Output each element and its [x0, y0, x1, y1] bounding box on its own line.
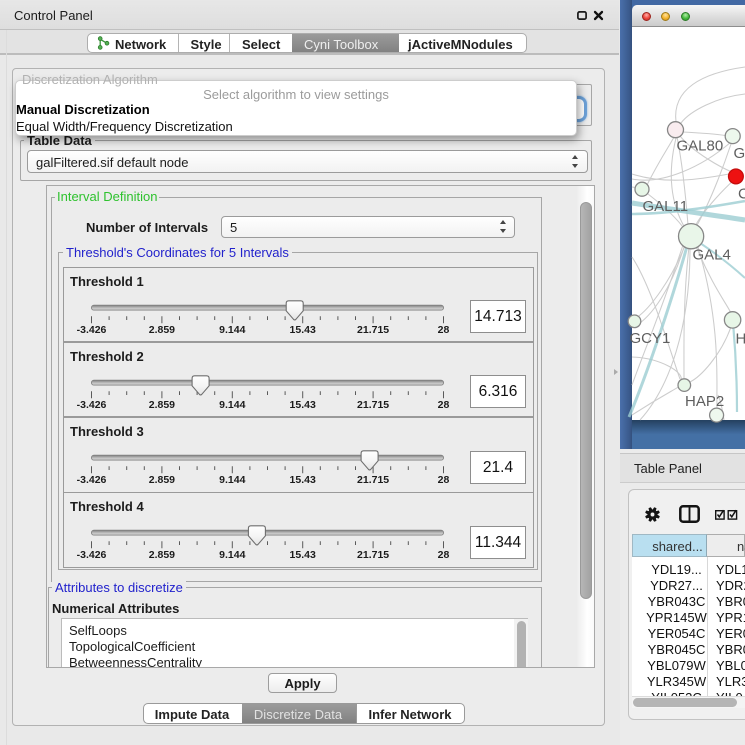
- svg-text:G.: G.: [734, 145, 745, 162]
- svg-text:9.144: 9.144: [219, 324, 245, 336]
- svg-text:2.859: 2.859: [148, 549, 174, 561]
- svg-text:9.144: 9.144: [219, 474, 245, 486]
- svg-text:H: H: [736, 331, 745, 348]
- svg-text:21.715: 21.715: [357, 549, 389, 561]
- svg-text:15.43: 15.43: [289, 549, 315, 561]
- svg-text:15.43: 15.43: [289, 399, 315, 411]
- svg-text:-3.426: -3.426: [76, 549, 106, 561]
- svg-text:28: 28: [437, 474, 449, 486]
- svg-text:GAL4: GAL4: [693, 247, 731, 264]
- svg-text:28: 28: [437, 399, 449, 411]
- svg-text:2.859: 2.859: [148, 324, 174, 336]
- svg-text:21.715: 21.715: [357, 474, 389, 486]
- svg-text:15.43: 15.43: [289, 324, 315, 336]
- svg-text:C: C: [738, 186, 745, 203]
- svg-text:15.43: 15.43: [289, 474, 315, 486]
- svg-text:GAL80: GAL80: [677, 138, 724, 155]
- svg-text:-3.426: -3.426: [76, 324, 106, 336]
- svg-text:-3.426: -3.426: [76, 474, 106, 486]
- svg-text:2.859: 2.859: [148, 399, 174, 411]
- svg-text:28: 28: [437, 549, 449, 561]
- svg-text:HAP2: HAP2: [685, 393, 724, 410]
- svg-text:-3.426: -3.426: [76, 399, 106, 411]
- svg-text:28: 28: [437, 324, 449, 336]
- svg-text:GAL11: GAL11: [643, 198, 689, 215]
- svg-text:GCY1: GCY1: [630, 330, 671, 347]
- svg-text:2.859: 2.859: [148, 474, 174, 486]
- svg-text:9.144: 9.144: [219, 549, 245, 561]
- svg-text:9.144: 9.144: [219, 399, 245, 411]
- svg-text:21.715: 21.715: [357, 324, 389, 336]
- svg-text:21.715: 21.715: [357, 399, 389, 411]
